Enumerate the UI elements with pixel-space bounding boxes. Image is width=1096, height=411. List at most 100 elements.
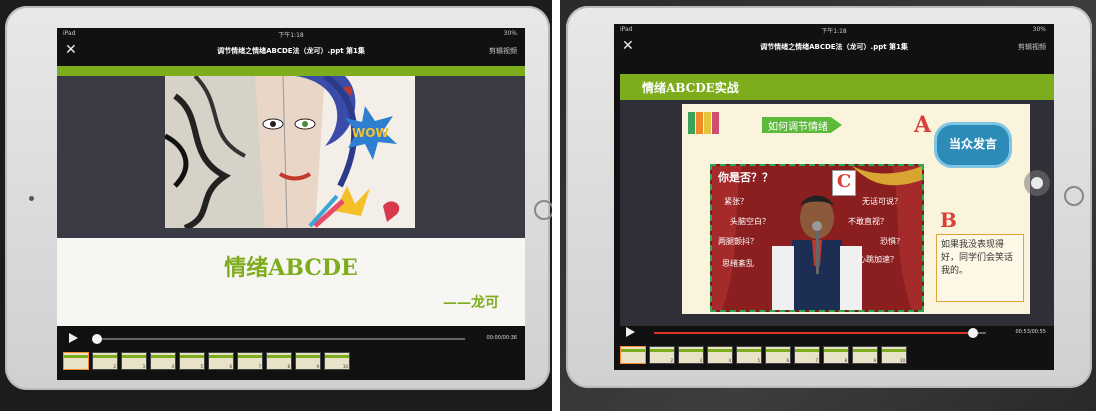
color-bar [704,112,711,134]
ipad-frame-left: iPad 下午1:18 30% ✕ 调节情绪之情绪ABCDE法（龙可）.ppt … [5,6,552,390]
symptom-word: 两腿颤抖？ [718,237,758,246]
time-display: 00:53/00:55 [1015,329,1046,335]
thumbnail-number: 6 [786,358,789,363]
floating-assist-button[interactable] [1024,170,1050,196]
symptom-word: 心跳加速？ [858,255,898,264]
slide-author: ——龙可 [443,295,499,311]
b-thought-text: 如果我没表现得好，同学们会笑话我的。 [941,240,1014,276]
thumbnail-number: 2 [113,364,116,369]
thumbnail-number: 6 [229,364,232,369]
progress-knob[interactable] [92,334,102,344]
ipad-frame-right: iPad 下午1:18 30% ✕ 调节情绪之情绪ABCDE法（龙可）.ppt … [566,6,1092,388]
thumbnail-band [296,355,320,358]
slide-thumbnail[interactable]: 9 [295,352,321,370]
title-bar: ✕ 调节情绪之情绪ABCDE法（龙可）.ppt 第1集 剪辑视频 [57,40,525,64]
symptom-word: 无话可说？ [862,197,902,206]
progress-track[interactable] [92,334,465,344]
slide-thumbnail[interactable] [620,346,646,364]
thumbnail-band [238,355,262,358]
face-art-image: WOW [165,76,415,228]
slide-thumbnail[interactable]: 7 [237,352,263,370]
playback-controls: 00:00/00:36 [57,330,525,348]
thumbnail-number: 2 [670,358,673,363]
thumbnail-number: 10 [899,358,905,363]
thumbnail-number: 8 [287,364,290,369]
left-photo: iPad 下午1:18 30% ✕ 调节情绪之情绪ABCDE法（龙可）.ppt … [0,0,552,411]
slide-thumbnails: 2 3 4 5 6 7 8 9 10 [63,352,350,370]
thumbnail-band [267,355,291,358]
play-icon[interactable] [69,333,78,343]
status-time: 下午1:18 [821,28,847,35]
slide-white-band: 情绪ABCDE ——龙可 [57,238,525,326]
symptom-word: 恐惧？ [880,237,904,246]
home-button[interactable] [534,200,552,220]
tag-arrow: 如何调节情绪 [762,117,842,133]
speech-bubble: 当众发言 [934,122,1012,168]
slide-thumbnail[interactable]: 2 [649,346,675,364]
symptom-word: 不敢直视？ [848,217,888,226]
question-text: 你是否？？ [718,171,773,184]
thumbnail-band [679,349,703,352]
letter-b: B [940,208,957,232]
thumbnail-band [824,349,848,352]
slide-thumbnail[interactable]: 7 [794,346,820,364]
thumbnail-band [325,355,349,358]
video-title: 调节情绪之情绪ABCDE法（龙可）.ppt 第1集 [217,47,365,55]
slide-thumbnail[interactable]: 4 [707,346,733,364]
screen-left: iPad 下午1:18 30% ✕ 调节情绪之情绪ABCDE法（龙可）.ppt … [57,28,525,380]
edit-video-button[interactable]: 剪辑视频 [1018,42,1046,52]
slide-thumbnail[interactable]: 5 [736,346,762,364]
battery-label: 30% [1032,26,1046,33]
slide-header-band: 情绪ABCDE实战 [620,74,1054,100]
play-icon[interactable] [626,327,635,337]
slide-thumbnail[interactable] [63,352,89,370]
slide-thumbnail[interactable]: 4 [150,352,176,370]
slide-header: 情绪ABCDE实战 [642,81,739,95]
boy-photo-frame: 你是否？？ C 紧张？ 头脑空白？ 两腿颤抖？ 思绪紊乱 无话可说？ 不敢直视？… [710,164,924,312]
letter-c: C [836,171,852,192]
thumbnail-number: 8 [844,358,847,363]
slide-thumbnail[interactable]: 2 [92,352,118,370]
thumbnail-band [64,355,88,358]
thumbnail-number: 10 [342,364,348,369]
slide-thumbnail[interactable]: 6 [208,352,234,370]
slide-thumbnail[interactable]: 9 [852,346,878,364]
playback-controls: 00:53/00:55 [614,324,1054,342]
color-bar [696,112,703,134]
symptom-word: 紧张？ [724,197,748,206]
color-bar [688,112,695,134]
slide-thumbnail[interactable]: 5 [179,352,205,370]
thumbnail-number: 5 [200,364,203,369]
slide-thumbnail[interactable]: 3 [121,352,147,370]
bubble-text: 当众发言 [948,137,997,151]
slide-right: 情绪ABCDE实战 如何调节情绪 A 当众发言 你是否？？ C 紧张？ 头脑空白… [620,74,1054,326]
slide-thumbnail[interactable]: 10 [324,352,350,370]
letter-a: A [914,112,932,138]
thumbnail-band [766,349,790,352]
b-thought-box: 如果我没表现得好，同学们会笑话我的。 [936,234,1024,302]
tag-text: 如何调节情绪 [768,122,828,133]
thumbnail-number: 3 [142,364,145,369]
thumbnail-band [795,349,819,352]
edit-video-button[interactable]: 剪辑视频 [489,46,517,56]
status-time: 下午1:18 [278,32,304,39]
slide-artwork: WOW [165,76,415,228]
slide-thumbnail[interactable]: 10 [881,346,907,364]
screen-right: iPad 下午1:18 30% ✕ 调节情绪之情绪ABCDE法（龙可）.ppt … [614,24,1054,370]
camera-dot [29,196,34,201]
symptom-word: 头脑空白？ [730,217,770,226]
thumbnail-number: 3 [699,358,702,363]
home-button[interactable] [1064,186,1084,206]
slide-thumbnail[interactable]: 8 [823,346,849,364]
status-bar: iPad 下午1:18 30% [614,24,1054,36]
progress-track[interactable] [654,328,986,338]
thumbnail-number: 9 [316,364,319,369]
slide-thumbnail[interactable]: 6 [765,346,791,364]
symptom-word: 思绪紊乱 [722,259,754,268]
progress-knob[interactable] [967,328,978,338]
slide-content: 如何调节情绪 A 当众发言 你是否？？ C 紧张？ 头脑空白？ 两腿颤抖？ 思绪… [682,104,1030,314]
thumbnail-band [621,349,645,352]
slide-thumbnail[interactable]: 3 [678,346,704,364]
slide-thumbnail[interactable]: 8 [266,352,292,370]
color-bar [712,112,719,134]
